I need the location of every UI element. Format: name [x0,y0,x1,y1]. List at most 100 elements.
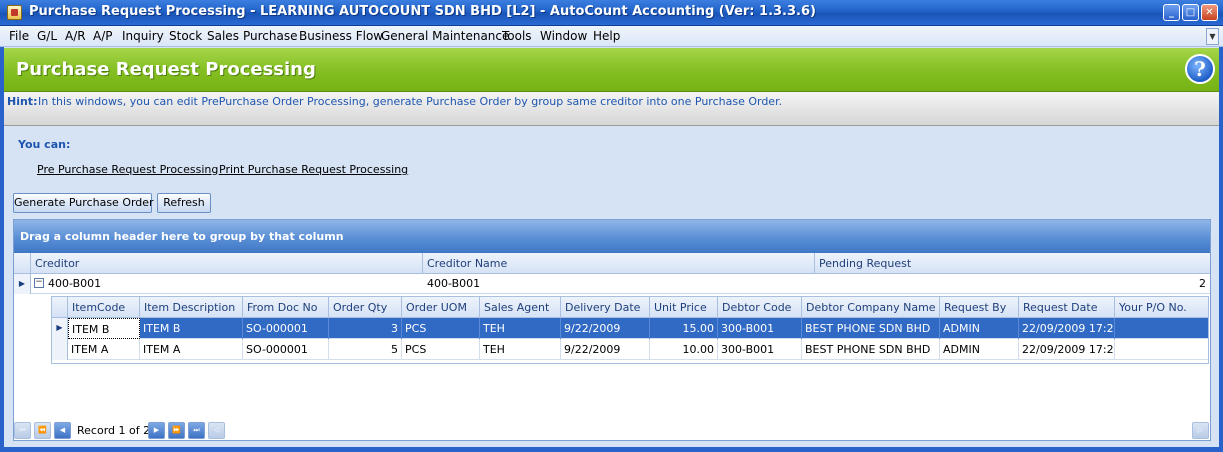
cell-unit-price[interactable]: 15.00 [650,318,718,339]
column-header-request-date[interactable]: Request Date [1019,297,1115,318]
cell-from-doc-no[interactable]: SO-000001 [243,318,329,339]
column-header-order-qty[interactable]: Order Qty [329,297,402,318]
first-record-icon[interactable]: ⏮ [14,422,31,439]
column-header-item-description[interactable]: Item Description [140,297,243,318]
cell-item-description[interactable]: ITEM B [140,318,243,339]
column-header-your-po-no[interactable]: Your P/O No. [1115,297,1208,318]
column-header-from-doc-no[interactable]: From Doc No [243,297,329,318]
generate-purchase-order-button[interactable]: Generate Purchase Order [13,193,154,213]
maximize-button[interactable]: □ [1182,4,1199,21]
cell-debtor-company-name[interactable]: BEST PHONE SDN BHD [802,339,940,360]
cell-debtor-company-name[interactable]: BEST PHONE SDN BHD [802,318,940,339]
cell-debtor-code[interactable]: 300-B001 [718,318,802,339]
master-header-row: Creditor Creditor Name Pending Request [14,253,1210,274]
cell-delivery-date[interactable]: 9/22/2009 [561,339,650,360]
cell-debtor-code[interactable]: 300-B001 [718,339,802,360]
cell-your-po-no[interactable] [1115,318,1208,339]
pre-purchase-request-link[interactable]: Pre Purchase Request Processing [37,163,218,176]
menu-business-flow[interactable]: Business Flow [299,29,383,43]
menu-tools[interactable]: Tools [502,29,532,43]
menu-window[interactable]: Window [540,29,587,43]
column-header-unit-price[interactable]: Unit Price [650,297,718,318]
scroll-right-icon[interactable]: ▷ [1192,422,1209,439]
menu-sales[interactable]: Sales [207,29,239,43]
help-icon[interactable]: ? [1185,54,1215,84]
column-header-order-uom[interactable]: Order UOM [402,297,480,318]
app-icon[interactable] [7,5,22,20]
cell-order-uom[interactable]: PCS [402,339,480,360]
detail-grid: ItemCode Item Description From Doc No Or… [51,296,1209,364]
cell-itemcode[interactable]: ITEM A [68,339,140,360]
cell-request-date[interactable]: 22/09/2009 17:20 [1019,339,1115,360]
menu-overflow-chevron-icon[interactable]: ▼ [1206,28,1219,45]
column-header-sales-agent[interactable]: Sales Agent [480,297,561,318]
minimize-button[interactable]: _ [1163,4,1180,21]
group-by-hint: Drag a column header here to group by th… [20,230,344,243]
menu-ap[interactable]: A/P [93,29,113,43]
record-counter: Record 1 of 2 [77,424,151,437]
column-header-debtor-code[interactable]: Debtor Code [718,297,802,318]
cell-delivery-date[interactable]: 9/22/2009 [561,318,650,339]
title-bar: Purchase Request Processing - LEARNING A… [0,0,1223,26]
cell-sales-agent[interactable]: TEH [480,318,561,339]
page-header: Purchase Request Processing ? [4,48,1219,92]
hint-label: Hint: [7,95,38,108]
table-row[interactable]: ITEM A ITEM A SO-000001 5 PCS TEH 9/22/2… [52,339,1208,360]
hint-text: In this windows, you can edit PrePurchas… [38,95,783,108]
column-header-request-by[interactable]: Request By [940,297,1019,318]
menu-general-maintenance[interactable]: General Maintenance [381,29,509,43]
cell-itemcode[interactable]: ITEM B [68,318,140,339]
cell-request-by[interactable]: ADMIN [940,339,1019,360]
purchase-request-grid: Drag a column header here to group by th… [13,219,1211,441]
menu-gl[interactable]: G/L [37,29,57,43]
cell-your-po-no[interactable] [1115,339,1208,360]
detail-header-row: ItemCode Item Description From Doc No Or… [52,297,1208,318]
cell-request-by[interactable]: ADMIN [940,318,1019,339]
column-header-creditor[interactable]: Creditor [31,253,423,274]
group-by-panel[interactable]: Drag a column header here to group by th… [14,220,1210,253]
next-record-icon[interactable]: ▶ [148,422,165,439]
page-title: Purchase Request Processing [16,59,316,80]
cell-sales-agent[interactable]: TEH [480,339,561,360]
cell-order-qty[interactable]: 5 [329,339,402,360]
you-can-label: You can: [18,138,71,151]
cell-order-qty[interactable]: 3 [329,318,402,339]
creditor-name-cell[interactable]: 400-B001 [427,277,480,290]
detail-indicator-header [52,297,68,318]
pending-request-cell[interactable]: 2 [1199,277,1206,290]
cell-order-uom[interactable]: PCS [402,318,480,339]
master-row[interactable]: ▶ − 400-B001 400-B001 2 [14,274,1210,294]
column-header-creditor-name[interactable]: Creditor Name [423,253,815,274]
cell-request-date[interactable]: 22/09/2009 17:20 [1019,318,1115,339]
window-title: Purchase Request Processing - LEARNING A… [29,4,816,19]
column-header-delivery-date[interactable]: Delivery Date [561,297,650,318]
menu-file[interactable]: File [9,29,29,43]
window-border-right [1219,47,1223,447]
cell-item-description[interactable]: ITEM A [140,339,243,360]
collapse-icon[interactable]: − [34,278,44,288]
content-area: You can: Pre Purchase Request Processing… [4,127,1219,444]
column-header-debtor-company-name[interactable]: Debtor Company Name [802,297,940,318]
menu-bar: File G/L A/R A/P Inquiry Stock Sales Pur… [0,26,1223,47]
refresh-button[interactable]: Refresh [157,193,211,213]
close-button[interactable]: ✕ [1201,4,1218,21]
cell-unit-price[interactable]: 10.00 [650,339,718,360]
last-record-icon[interactable]: ⏭ [188,422,205,439]
table-row[interactable]: ▶ ITEM B ITEM B SO-000001 3 PCS TEH 9/22… [52,318,1208,339]
menu-ar[interactable]: A/R [65,29,86,43]
cell-from-doc-no[interactable]: SO-000001 [243,339,329,360]
record-navigator: ⏮ ⏪ ◀ Record 1 of 2 ▶ ⏩ ⏭ ◁ ▷ [4,420,1219,442]
menu-inquiry[interactable]: Inquiry [122,29,164,43]
menu-purchase[interactable]: Purchase [243,29,298,43]
previous-record-icon[interactable]: ◀ [54,422,71,439]
menu-stock[interactable]: Stock [169,29,202,43]
cancel-edit-icon[interactable]: ◁ [208,422,225,439]
creditor-cell[interactable]: 400-B001 [48,277,101,290]
next-page-icon[interactable]: ⏩ [168,422,185,439]
menu-help[interactable]: Help [593,29,620,43]
row-indicator [52,339,68,360]
print-purchase-request-link[interactable]: Print Purchase Request Processing [219,163,408,176]
previous-page-icon[interactable]: ⏪ [34,422,51,439]
column-header-pending-request[interactable]: Pending Request [815,253,1210,274]
column-header-itemcode[interactable]: ItemCode [68,297,140,318]
